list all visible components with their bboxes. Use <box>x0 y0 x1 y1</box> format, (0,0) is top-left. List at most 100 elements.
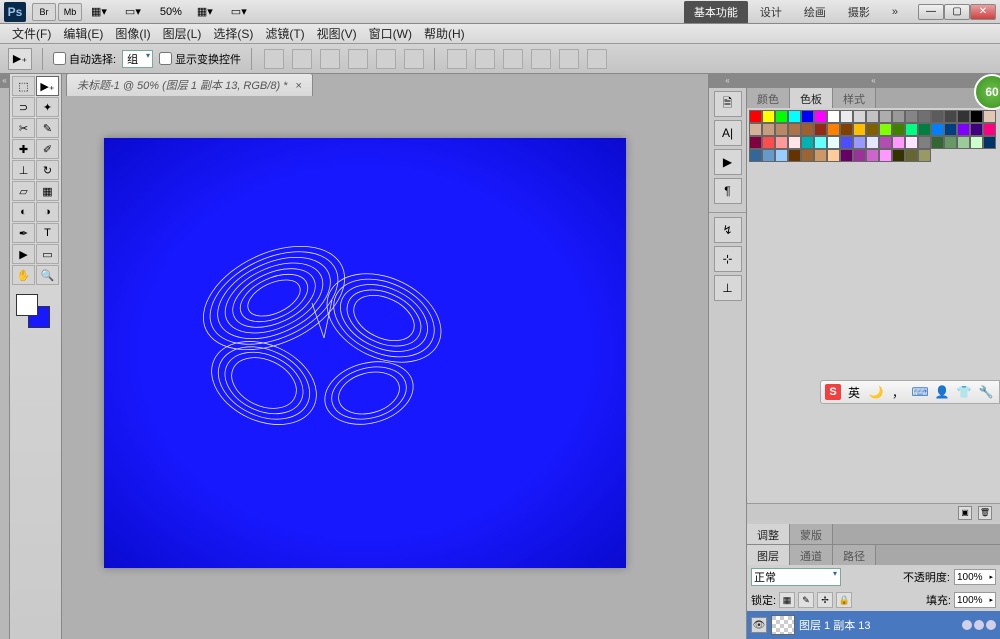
lasso-tool[interactable]: ⊃ <box>12 97 35 117</box>
zoom-value[interactable]: 50% <box>160 6 182 18</box>
swatch[interactable] <box>918 136 931 149</box>
lock-position-icon[interactable]: ✢ <box>817 592 833 608</box>
adjustments-tab[interactable]: 调整 <box>747 524 790 544</box>
eraser-tool[interactable]: ▱ <box>12 181 35 201</box>
menu-help[interactable]: 帮助(H) <box>418 23 471 44</box>
swatch[interactable] <box>957 136 970 149</box>
paths-tab[interactable]: 路径 <box>833 545 876 565</box>
bridge-button[interactable]: Br <box>32 3 56 21</box>
visibility-icon[interactable]: 👁 <box>751 617 767 633</box>
marquee-tool[interactable]: ⬚ <box>12 76 35 96</box>
swatch[interactable] <box>983 110 996 123</box>
view-arrange-dropdown[interactable]: ▦▾ <box>84 3 114 21</box>
swatch[interactable] <box>749 110 762 123</box>
masks-tab[interactable]: 蒙版 <box>790 524 833 544</box>
new-swatch-icon[interactable]: ▣ <box>958 506 972 520</box>
swatch[interactable] <box>866 149 879 162</box>
layer-thumbnail[interactable] <box>771 615 795 635</box>
swatch[interactable] <box>957 110 970 123</box>
swatch[interactable] <box>749 136 762 149</box>
swatch[interactable] <box>879 149 892 162</box>
layer-row[interactable]: 👁 图层 1 副本 13 <box>747 611 1000 639</box>
swatch[interactable] <box>866 136 879 149</box>
workspace-basic[interactable]: 基本功能 <box>684 1 748 23</box>
brush-panel-icon[interactable]: ↯ <box>714 217 742 243</box>
swatch[interactable] <box>918 110 931 123</box>
swatch[interactable] <box>879 123 892 136</box>
swatch[interactable] <box>827 123 840 136</box>
swatch[interactable] <box>983 136 996 149</box>
swatch[interactable] <box>931 123 944 136</box>
swatch[interactable] <box>840 149 853 162</box>
align-icon[interactable] <box>376 49 396 69</box>
swatch[interactable] <box>749 149 762 162</box>
distribute-icon[interactable] <box>447 49 467 69</box>
swatch[interactable] <box>892 136 905 149</box>
nav-panel-icon[interactable]: ▶ <box>714 149 742 175</box>
fill-input[interactable]: 100% <box>954 592 996 608</box>
swatch[interactable] <box>879 110 892 123</box>
history-brush-tool[interactable]: ↻ <box>36 160 59 180</box>
heal-tool[interactable]: ✚ <box>12 139 35 159</box>
menu-window[interactable]: 窗口(W) <box>363 23 418 44</box>
swatch[interactable] <box>840 110 853 123</box>
menu-image[interactable]: 图像(I) <box>109 23 156 44</box>
ime-toolbar[interactable]: S 英 🌙 ， ⌨ 👤 👕 🔧 <box>820 380 1000 404</box>
swatch[interactable] <box>801 136 814 149</box>
swatch[interactable] <box>788 110 801 123</box>
gradient-tool[interactable]: ▦ <box>36 181 59 201</box>
para-panel-icon[interactable]: ¶ <box>714 178 742 204</box>
brush-tool[interactable]: ✐ <box>36 139 59 159</box>
move-tool[interactable]: ▶₊ <box>36 76 59 96</box>
swatch[interactable] <box>918 149 931 162</box>
wand-tool[interactable]: ✦ <box>36 97 59 117</box>
swatch[interactable] <box>866 110 879 123</box>
swatches-tab[interactable]: 色板 <box>790 88 833 108</box>
workspace-more[interactable]: » <box>882 3 908 21</box>
swatch[interactable] <box>931 136 944 149</box>
swatch[interactable] <box>788 136 801 149</box>
foreground-color[interactable] <box>16 294 38 316</box>
menu-filter[interactable]: 滤镜(T) <box>259 23 310 44</box>
stamp-tool[interactable]: ⊥ <box>12 160 35 180</box>
swatch[interactable] <box>944 136 957 149</box>
swatch[interactable] <box>905 149 918 162</box>
swatch[interactable] <box>970 123 983 136</box>
styles-tab[interactable]: 样式 <box>833 88 876 108</box>
distribute-icon[interactable] <box>587 49 607 69</box>
moon-icon[interactable]: 🌙 <box>867 383 885 401</box>
swatch[interactable] <box>892 110 905 123</box>
swatch[interactable] <box>957 123 970 136</box>
swatch[interactable] <box>775 110 788 123</box>
swatch[interactable] <box>762 123 775 136</box>
swatch[interactable] <box>905 136 918 149</box>
distribute-icon[interactable] <box>475 49 495 69</box>
auto-select-checkbox[interactable]: 自动选择: <box>53 51 116 67</box>
close-tab-icon[interactable]: × <box>295 80 301 92</box>
swatch[interactable] <box>970 110 983 123</box>
layer-name[interactable]: 图层 1 副本 13 <box>799 617 871 633</box>
clone-panel-icon[interactable]: ⊹ <box>714 246 742 272</box>
shirt-icon[interactable]: 👕 <box>955 383 973 401</box>
doc-arrange-dropdown[interactable]: ▭▾ <box>224 3 254 21</box>
para-panel-icon[interactable]: A| <box>714 120 742 146</box>
extras-dropdown[interactable]: ▦▾ <box>190 3 220 21</box>
swatch[interactable] <box>983 123 996 136</box>
lock-all-icon[interactable]: 🔒 <box>836 592 852 608</box>
history-panel-icon[interactable]: ⊥ <box>714 275 742 301</box>
collapse-icon[interactable]: « <box>747 74 1000 88</box>
sogou-icon[interactable]: S <box>825 384 841 400</box>
menu-file[interactable]: 文件(F) <box>6 23 57 44</box>
swatch[interactable] <box>905 123 918 136</box>
menu-layer[interactable]: 图层(L) <box>157 23 208 44</box>
collapse-icon[interactable]: « <box>709 74 746 88</box>
swatch[interactable] <box>762 149 775 162</box>
zoom-tool[interactable]: 🔍 <box>36 265 59 285</box>
menu-select[interactable]: 选择(S) <box>207 23 259 44</box>
menu-edit[interactable]: 编辑(E) <box>57 23 109 44</box>
pen-tool[interactable]: ✒ <box>12 223 35 243</box>
swatch[interactable] <box>840 136 853 149</box>
char-panel-icon[interactable]: 🗎 <box>714 91 742 117</box>
swatch[interactable] <box>749 123 762 136</box>
swatch[interactable] <box>944 110 957 123</box>
